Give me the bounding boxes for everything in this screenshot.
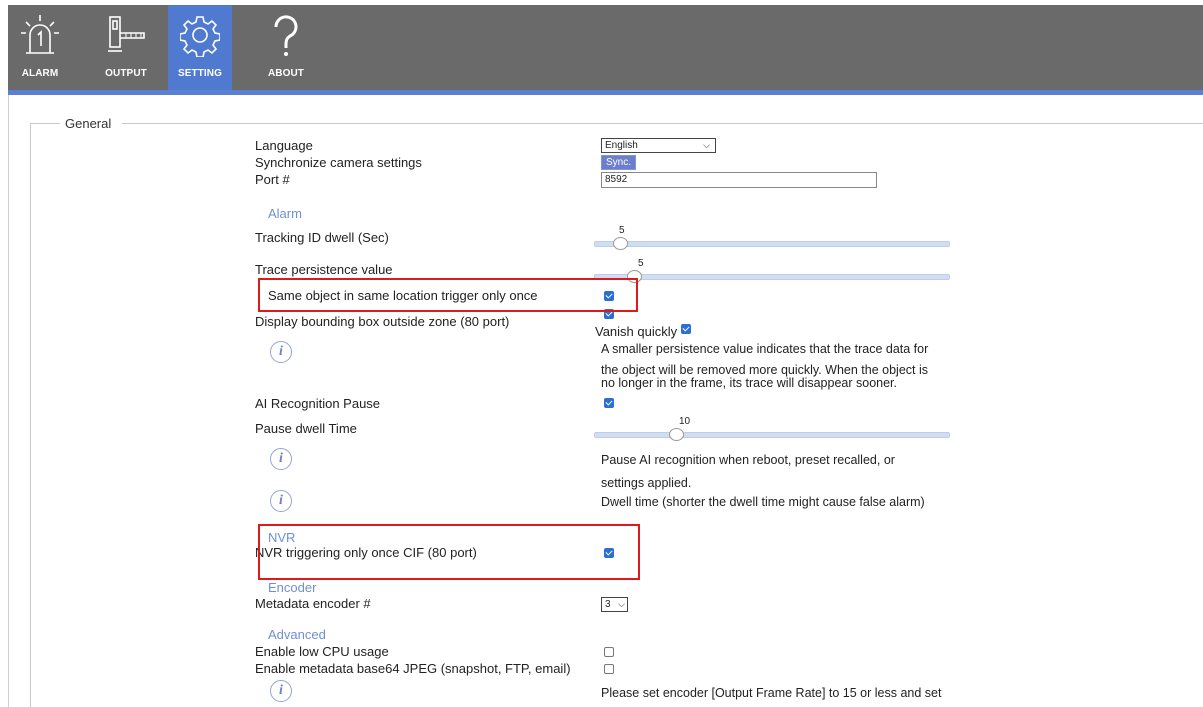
nav-setting-label: SETTING <box>177 68 223 79</box>
chevron-down-icon: ⌵ <box>703 140 710 150</box>
encoder-section-title: Encoder <box>268 580 317 595</box>
language-value: English <box>605 140 638 151</box>
ai-pause-checkbox[interactable] <box>604 398 614 408</box>
ai-pause-label: AI Recognition Pause <box>255 396 381 411</box>
language-label: Language <box>255 138 313 153</box>
metadata-encoder-value: 3 <box>605 599 611 610</box>
bbox-outside-zone-label: Display bounding box outside zone (80 po… <box>255 314 510 329</box>
pause-info-line: settings applied. <box>601 476 692 490</box>
trace-persistence-value: 5 <box>638 258 644 269</box>
metadata-encoder-select[interactable]: 3 ⌵ <box>601 597 628 612</box>
pause-info-text: Pause AI recognition when reboot, preset… <box>601 452 961 492</box>
port-label: Port # <box>255 172 290 187</box>
question-icon <box>274 15 298 56</box>
persistence-info-line: no longer in the frame, its trace will d… <box>601 376 897 390</box>
nav-alarm[interactable]: ALARM <box>8 5 72 90</box>
language-select[interactable]: English ⌵ <box>601 138 716 153</box>
highlight-box-same-object <box>258 278 638 312</box>
top-navigation-bar: ALARM OUTPUT SETTING ABOUT <box>8 5 1203 90</box>
base64-jpeg-label: Enable metadata base64 JPEG (snapshot, F… <box>255 661 571 676</box>
vanish-quickly-checkbox[interactable] <box>681 324 691 334</box>
tracking-dwell-label: Tracking ID dwell (Sec) <box>255 230 389 245</box>
nav-alarm-label: ALARM <box>21 68 59 79</box>
low-cpu-label: Enable low CPU usage <box>255 644 389 659</box>
tracking-dwell-value: 5 <box>619 225 625 236</box>
persistence-info-line: A smaller persistence value indicates th… <box>601 342 929 356</box>
port-input[interactable]: 8592 <box>601 172 877 188</box>
gear-icon <box>180 16 220 57</box>
trace-persistence-label: Trace persistence value <box>255 262 393 277</box>
fieldset-border-top-left <box>30 123 60 124</box>
alarm-light-icon <box>21 15 59 54</box>
chevron-down-icon: ⌵ <box>618 599 625 609</box>
barrier-gate-icon <box>108 16 145 52</box>
nav-setting[interactable]: SETTING <box>168 5 232 90</box>
persistence-info-text: A smaller persistence value indicates th… <box>601 341 961 390</box>
low-cpu-checkbox[interactable] <box>604 647 614 657</box>
advanced-section-title: Advanced <box>268 627 326 642</box>
nav-accent-bar <box>8 90 1203 95</box>
tracking-dwell-slider[interactable] <box>594 237 950 250</box>
fieldset-border-left <box>30 123 31 707</box>
trace-persistence-slider[interactable] <box>594 270 950 283</box>
pause-info-line: Pause AI recognition when reboot, preset… <box>601 453 895 467</box>
sync-label: Synchronize camera settings <box>255 155 422 170</box>
info-icon[interactable]: i <box>270 448 292 470</box>
nav-about[interactable]: ABOUT <box>254 5 318 90</box>
nav-output-label: OUTPUT <box>105 68 147 79</box>
metadata-encoder-label: Metadata encoder # <box>255 596 371 611</box>
dwell-info-text: Dwell time (shorter the dwell time might… <box>601 495 925 509</box>
info-icon[interactable]: i <box>270 341 292 363</box>
advanced-info-text: Please set encoder [Output Frame Rate] t… <box>601 686 942 700</box>
general-legend: General <box>63 116 114 131</box>
highlight-box-nvr <box>258 524 640 580</box>
alarm-section-title: Alarm <box>268 206 302 221</box>
base64-jpeg-checkbox[interactable] <box>604 664 614 674</box>
page-left-border <box>8 95 9 707</box>
vanish-quickly-label: Vanish quickly <box>595 324 678 339</box>
info-icon[interactable]: i <box>270 490 292 512</box>
info-icon[interactable]: i <box>270 680 292 702</box>
nav-about-label: ABOUT <box>267 68 305 79</box>
pause-dwell-slider-handle[interactable] <box>669 428 685 441</box>
tracking-dwell-slider-handle[interactable] <box>612 237 628 250</box>
pause-dwell-value: 10 <box>679 416 691 427</box>
pause-dwell-label: Pause dwell Time <box>255 421 357 436</box>
sync-button[interactable]: Sync. <box>601 155 637 170</box>
fieldset-border-top-right <box>122 123 1203 124</box>
nav-output[interactable]: OUTPUT <box>94 5 158 90</box>
pause-dwell-slider[interactable] <box>594 428 950 441</box>
